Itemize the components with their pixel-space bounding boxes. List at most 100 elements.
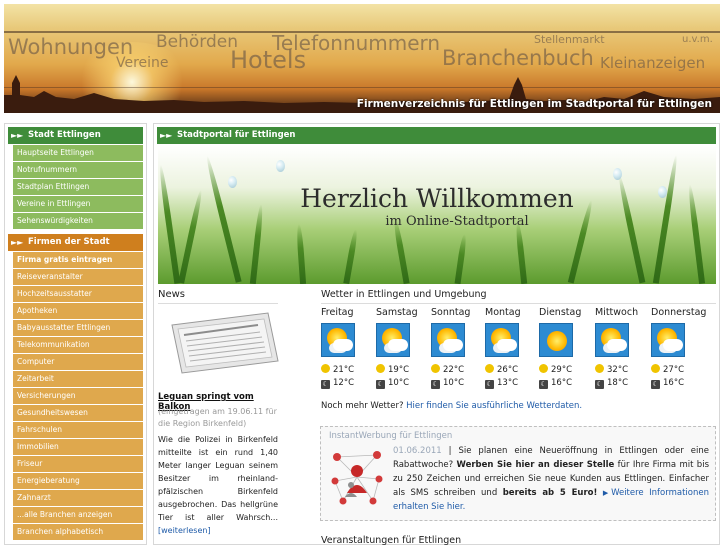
sidebar-item-babyausstatter[interactable]: Babyausstatter Ettlingen bbox=[13, 320, 143, 336]
info-icon: ▶ bbox=[602, 489, 612, 497]
more-weather-link[interactable]: Hier finden Sie ausführliche Wetterdaten… bbox=[406, 401, 582, 411]
sidebar-item-zeitarbeit[interactable]: Zeitarbeit bbox=[13, 371, 143, 387]
moon-icon: ☾ bbox=[595, 380, 604, 389]
sidebar-item-stadtplan[interactable]: Stadtplan Ettlingen bbox=[13, 179, 143, 195]
weather-low: ☾ 10°C bbox=[376, 378, 409, 389]
sidebar-item-hochzeitsausstatter[interactable]: Hochzeitsausstatter bbox=[13, 286, 143, 302]
weather-high-value: 32°C bbox=[607, 365, 629, 375]
sun-icon bbox=[539, 364, 548, 373]
sidebar-item-sehenswuerdigkeiten[interactable]: Sehenswürdigkeiten bbox=[13, 213, 143, 229]
events-title: Veranstaltungen für Ettlingen bbox=[321, 535, 716, 545]
sunny-icon bbox=[539, 323, 573, 357]
sidebar-item-computer[interactable]: Computer bbox=[13, 354, 143, 370]
weather-high-value: 26°C bbox=[497, 365, 519, 375]
sidebar-item-reiseveranstalter[interactable]: Reiseveranstalter bbox=[13, 269, 143, 285]
sidebar-item-firma-eintragen[interactable]: Firma gratis eintragen bbox=[13, 252, 143, 268]
banner-subtitle: Firmenverzeichnis für Ettlingen im Stadt… bbox=[356, 98, 712, 110]
news-section: News Leguan springt vom Balkon (eingetra… bbox=[158, 289, 279, 544]
weather-low: ☾ 10°C bbox=[431, 378, 464, 389]
sidebar-item-apotheken[interactable]: Apotheken bbox=[13, 303, 143, 319]
moon-icon: ☾ bbox=[321, 380, 330, 389]
weather-low-value: 16°C bbox=[663, 378, 685, 388]
weather-low: ☾ 13°C bbox=[485, 378, 518, 389]
weather-day: Samstag 19°C ☾ 10°C bbox=[376, 307, 428, 389]
weather-day-name: Sonntag bbox=[431, 307, 471, 318]
ad-bold-callout: Werben Sie hier an dieser Stelle bbox=[456, 460, 615, 470]
sidebar-item-zahnarzt[interactable]: Zahnarzt bbox=[13, 490, 143, 506]
sun-icon bbox=[321, 364, 330, 373]
weather-low: ☾ 16°C bbox=[651, 378, 684, 389]
news-meta: (eingetragen am 19.06.11 für die Region … bbox=[158, 407, 277, 428]
network-people-icon bbox=[331, 451, 383, 505]
ad-label: InstantWerbung für Ettlingen bbox=[329, 431, 453, 441]
weather-high: 32°C bbox=[595, 364, 628, 375]
sun-icon bbox=[595, 364, 604, 373]
partly-cloudy-icon bbox=[376, 323, 410, 357]
sidebar-item-notrufnummern[interactable]: Notrufnummern bbox=[13, 162, 143, 178]
header-banner[interactable]: Wohnungen Behörden Telefonnummern Stelle… bbox=[4, 4, 720, 113]
partly-cloudy-icon bbox=[431, 323, 465, 357]
welcome-subtitle: im Online-Stadtportal bbox=[385, 214, 529, 229]
sidebar-item-telekommunikation[interactable]: Telekommunikation bbox=[13, 337, 143, 353]
weather-high: 26°C bbox=[485, 364, 518, 375]
moon-icon: ☾ bbox=[485, 380, 494, 389]
sidebar-item-versicherungen[interactable]: Versicherungen bbox=[13, 388, 143, 404]
double-chevron-right-icon: ►► bbox=[11, 131, 24, 140]
grass-blade bbox=[454, 233, 468, 284]
sidebar-item-friseur[interactable]: Friseur bbox=[13, 456, 143, 472]
partly-cloudy-icon bbox=[595, 323, 629, 357]
ad-bold-price: bereits ab 5 Euro! bbox=[502, 488, 598, 498]
grass-blade bbox=[295, 223, 307, 284]
double-chevron-right-icon: ►► bbox=[160, 131, 173, 140]
sidebar-item-gesundheitswesen[interactable]: Gesundheitswesen bbox=[13, 405, 143, 421]
news-readmore-link[interactable]: [weiterlesen] bbox=[158, 526, 211, 535]
page: Wohnungen Behörden Telefonnummern Stelle… bbox=[0, 0, 727, 545]
weather-day-name: Montag bbox=[485, 307, 521, 318]
weather-low-value: 10°C bbox=[388, 378, 410, 388]
water-drop bbox=[276, 160, 285, 172]
sidebar-item-immobilien[interactable]: Immobilien bbox=[13, 439, 143, 455]
weather-high-value: 22°C bbox=[443, 365, 465, 375]
weather-low: ☾ 18°C bbox=[595, 378, 628, 389]
banner-word: Vereine bbox=[116, 55, 169, 71]
moon-icon: ☾ bbox=[539, 380, 548, 389]
weather-high: 29°C bbox=[539, 364, 572, 375]
weather-day: Dienstag 29°C ☾ 16°C bbox=[539, 307, 591, 389]
weather-day-name: Donnerstag bbox=[651, 307, 707, 318]
main-section-header: ►► Stadtportal für Ettlingen bbox=[157, 127, 716, 144]
weather-low: ☾ 12°C bbox=[321, 378, 354, 389]
sidebar-section-firmen: ►► Firmen der Stadt bbox=[8, 234, 143, 251]
moon-icon: ☾ bbox=[431, 380, 440, 389]
weather-high: 21°C bbox=[321, 364, 354, 375]
moon-icon: ☾ bbox=[376, 380, 385, 389]
weather-high: 22°C bbox=[431, 364, 464, 375]
partly-cloudy-icon bbox=[651, 323, 685, 357]
main-section-title: Stadtportal für Ettlingen bbox=[177, 130, 296, 140]
sidebar-section-stadt: ►► Stadt Ettlingen bbox=[8, 127, 143, 144]
instant-ad-box: InstantWerbung für Ettlingen 01.06.2011 … bbox=[320, 426, 716, 521]
banner-word: u.v.m. bbox=[682, 34, 713, 45]
sidebar-section-title: Firmen der Stadt bbox=[28, 237, 110, 247]
sidebar: ►► Stadt Ettlingen Hauptseite Ettlingen … bbox=[4, 123, 147, 545]
sidebar-item-branchen-alphabetisch[interactable]: Branchen alphabetisch bbox=[13, 524, 143, 540]
sun-icon bbox=[431, 364, 440, 373]
sidebar-item-fahrschulen[interactable]: Fahrschulen bbox=[13, 422, 143, 438]
banner-word: Branchenbuch bbox=[442, 46, 594, 70]
newspaper-icon bbox=[171, 312, 279, 374]
sidebar-item-vereine[interactable]: Vereine in Ettlingen bbox=[13, 196, 143, 212]
weather-low-value: 18°C bbox=[607, 378, 629, 388]
weather-section: Wetter in Ettlingen und Umgebung Freitag… bbox=[321, 289, 716, 419]
welcome-title: Herzlich Willkommen bbox=[300, 184, 574, 213]
grass-blade bbox=[514, 221, 528, 284]
weather-low-value: 12°C bbox=[333, 378, 355, 388]
weather-low: ☾ 16°C bbox=[539, 378, 572, 389]
grass-blade bbox=[343, 228, 359, 284]
weather-high-value: 27°C bbox=[663, 365, 685, 375]
sidebar-item-alle-branchen[interactable]: ...alle Branchen anzeigen bbox=[13, 507, 143, 523]
sidebar-item-hauptseite[interactable]: Hauptseite Ettlingen bbox=[13, 145, 143, 161]
ad-date: 01.06.2011 bbox=[393, 446, 442, 456]
weather-title: Wetter in Ettlingen und Umgebung bbox=[321, 289, 716, 304]
sidebar-item-energieberatung[interactable]: Energieberatung bbox=[13, 473, 143, 489]
news-body: Wie die Polizei in Birkenfeld mitteilte … bbox=[158, 433, 278, 537]
sidebar-section-title: Stadt Ettlingen bbox=[28, 130, 101, 140]
